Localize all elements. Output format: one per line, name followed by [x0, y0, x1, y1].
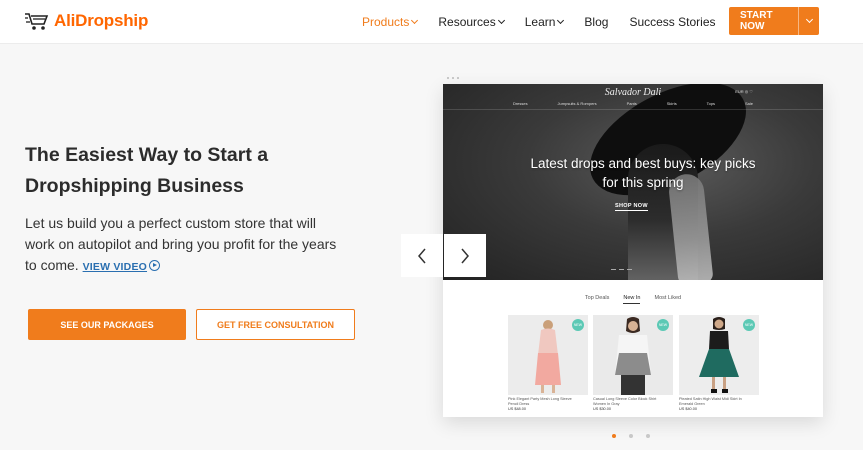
chevron-right-icon: [461, 248, 469, 263]
nav-learn[interactable]: Learn: [524, 15, 565, 29]
new-badge: NEW: [572, 319, 584, 331]
mockup-menu-item: Jumpsuits & Rompers: [557, 101, 597, 106]
chevron-down-icon: [557, 16, 565, 25]
product-image: NEW: [593, 315, 673, 395]
logo[interactable]: AliDropship: [24, 11, 148, 31]
product-price: US $40.00: [679, 407, 697, 412]
store-mockup: Salvador Dali EUR ◎ ♡ Dresses Jumpsuits …: [443, 84, 823, 417]
hero-subtitle-text: Let us build you a perfect custom store …: [25, 215, 337, 273]
mockup-menu-item: Dresses: [512, 101, 528, 106]
carousel-dots: [612, 434, 650, 438]
product-image: NEW: [679, 315, 759, 395]
product-price: US $30.00: [593, 407, 611, 412]
mockup-menu-item: Tops: [706, 101, 716, 106]
free-consultation-button[interactable]: GET FREE CONSULTATION: [196, 309, 355, 340]
mockup-shop-now: SHOP NOW: [615, 203, 648, 211]
chevron-down-icon: [411, 16, 419, 25]
mockup-headline: Latest drops and best buys: key picks fo…: [530, 156, 756, 190]
product-name: Pink Elegant Party Mesh Long Sleeve Penc…: [508, 397, 572, 406]
product-card: NEW Pink Elegant Party Mesh Long Sleeve …: [508, 315, 588, 411]
view-video-link[interactable]: VIEW VIDEO: [82, 260, 161, 273]
mockup-menu-item: Pants: [626, 101, 637, 106]
nav-products-label: Products: [362, 15, 410, 29]
carousel-dot[interactable]: [612, 434, 616, 438]
start-now-button[interactable]: START NOW: [729, 7, 819, 35]
mockup-tools: EUR ◎ ♡: [735, 89, 753, 94]
play-icon: [149, 260, 161, 271]
mockup-brand: Salvador Dali: [604, 87, 662, 98]
nav-success-stories[interactable]: Success Stories: [629, 15, 715, 29]
window-dots: [447, 77, 459, 79]
product-image: NEW: [508, 315, 588, 395]
product-card: NEW Casual Long Sleeve Color Block Shirt…: [593, 315, 673, 411]
page-title: The Easiest Way to Start a Dropshipping …: [25, 140, 365, 202]
cart-logo-icon: [25, 13, 49, 30]
see-packages-button[interactable]: SEE OUR PACKAGES: [28, 309, 186, 340]
product-card: NEW Pleated Satin High Waist Midi Skirt …: [679, 315, 759, 411]
nav-products[interactable]: Products: [362, 15, 419, 29]
page-title-line1: The Easiest Way to Start a: [25, 144, 269, 166]
main-nav: Products Resources Learn Blog Success St…: [362, 0, 737, 44]
nav-blog-label: Blog: [584, 15, 609, 29]
hero-subtitle: Let us build you a perfect custom store …: [25, 213, 345, 278]
mockup-menu-item: Sale: [744, 101, 753, 106]
carousel-dot[interactable]: [629, 434, 633, 438]
view-video-label: VIEW VIDEO: [82, 261, 148, 273]
mockup-tab-most-liked: Most Liked: [654, 295, 682, 301]
mockup-tab-top-deals: Top Deals: [584, 295, 610, 301]
carousel-next-button[interactable]: [444, 234, 486, 277]
carousel-dot[interactable]: [646, 434, 650, 438]
new-badge: NEW: [743, 319, 755, 331]
nav-learn-label: Learn: [524, 15, 556, 29]
nav-blog[interactable]: Blog: [584, 15, 608, 29]
chevron-down-icon: [497, 16, 505, 25]
logo-text: AliDropship: [54, 11, 149, 30]
nav-resources[interactable]: Resources: [438, 15, 505, 29]
start-now-dropdown[interactable]: [799, 15, 819, 24]
mockup-menu: Dresses Jumpsuits & Rompers Pants Skirts…: [443, 101, 823, 106]
site-header: AliDropship Products Resources Learn Blo…: [0, 0, 863, 44]
nav-success-stories-label: Success Stories: [629, 15, 716, 29]
product-name: Pleated Satin High Waist Midi Skirt In E…: [679, 397, 742, 406]
mockup-tabs: Top Deals New In Most Liked: [443, 295, 823, 304]
mockup-hero-banner: Salvador Dali EUR ◎ ♡ Dresses Jumpsuits …: [443, 84, 823, 280]
product-price: US $48.00: [508, 407, 526, 412]
mockup-menu-item: Skirts: [666, 101, 677, 106]
mockup-tab-new-in: New In: [623, 295, 641, 304]
mockup-topbar: Salvador Dali EUR ◎ ♡ Dresses Jumpsuits …: [443, 84, 823, 110]
mockup-slide-dots: [611, 269, 632, 270]
carousel-prev-button[interactable]: [401, 234, 443, 277]
new-badge: NEW: [657, 319, 669, 331]
product-name: Casual Long Sleeve Color Block Shirt Wom…: [593, 397, 657, 406]
nav-resources-label: Resources: [438, 15, 496, 29]
chevron-left-icon: [418, 248, 426, 263]
chevron-down-icon: [805, 15, 813, 24]
page-title-line2: Dropshipping Business: [25, 175, 244, 197]
start-now-label: START NOW: [740, 10, 773, 32]
